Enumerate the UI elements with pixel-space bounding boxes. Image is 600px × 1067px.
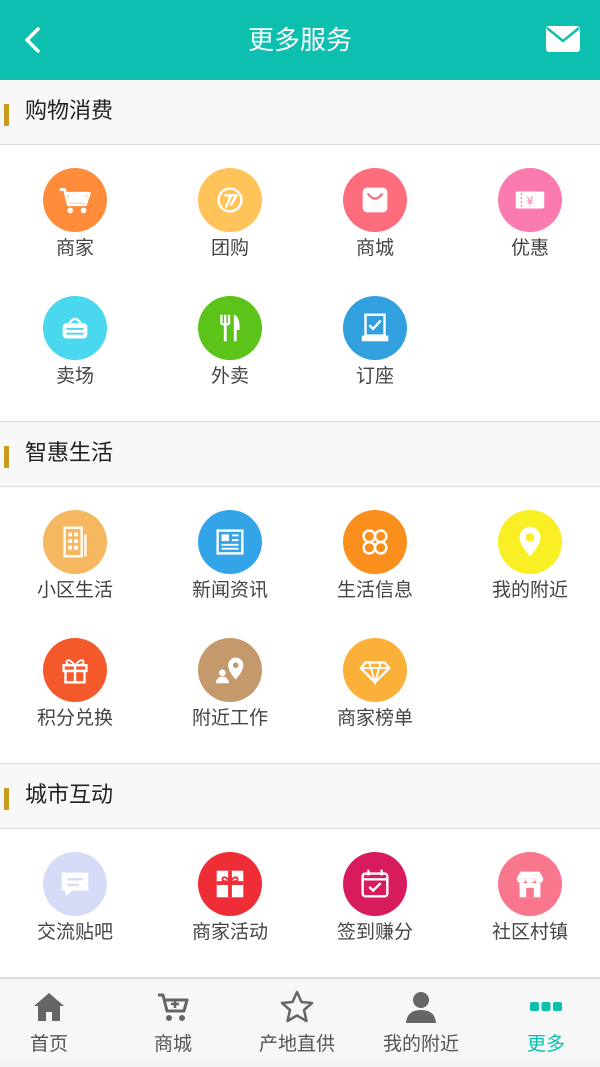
page-title: 更多服务 <box>247 26 352 56</box>
section-accent-bar <box>4 788 9 810</box>
section-title: 智惠生活 <box>25 441 114 466</box>
service-label: 外卖 <box>210 365 249 387</box>
service-label: 交流贴吧 <box>36 921 113 943</box>
section-accent-bar <box>4 446 9 468</box>
service-item-merchant[interactable]: 商家 <box>0 145 150 273</box>
bottom-safe-area <box>0 1060 600 1067</box>
service-item-community[interactable]: 小区生活 <box>0 487 150 615</box>
bottom-tab-bar: 首页 商城 产地直供 我的附近 更多 <box>0 978 600 1061</box>
tab-label: 首页 <box>29 1033 68 1055</box>
service-label: 生活信息 <box>336 579 413 601</box>
tab-mall[interactable]: 商城 <box>111 979 235 1061</box>
section-accent-bar <box>4 104 9 126</box>
person-icon <box>406 992 436 1023</box>
home-icon <box>34 993 64 1021</box>
service-item-mall[interactable]: 商城 <box>300 145 450 273</box>
tab-nearby[interactable]: 我的附近 <box>359 979 483 1061</box>
city-interaction-grid: 交流贴吧 商家活动 签到赚分 社区村镇 <box>0 829 600 978</box>
service-item-merchant-ranking[interactable]: 商家榜单 <box>300 615 450 743</box>
service-label: 商城 <box>355 237 394 259</box>
chat-bubble-icon <box>43 852 107 916</box>
service-item-points-exchange[interactable]: 积分兑换 <box>0 615 150 743</box>
smart-life-grid: 小区生活 新闻资讯 生活信息 我的附近 积分兑换 附近工作 商家榜单 <box>0 487 600 764</box>
star-icon <box>280 990 314 1023</box>
tab-home[interactable]: 首页 <box>0 979 111 1061</box>
service-item-forum[interactable]: 交流贴吧 <box>0 829 150 957</box>
storefront-icon <box>498 852 562 916</box>
person-pin-icon <box>198 638 262 702</box>
service-item-discount[interactable]: ¥ 优惠 <box>455 145 600 273</box>
tab-label: 商城 <box>153 1033 192 1055</box>
section-title: 城市互动 <box>25 783 114 808</box>
service-label: 优惠 <box>510 237 549 259</box>
section-title: 购物消费 <box>25 99 114 124</box>
service-item-nearby-jobs[interactable]: 附近工作 <box>155 615 305 743</box>
reservation-icon <box>343 296 407 360</box>
tab-direct-supply[interactable]: 产地直供 <box>235 979 359 1061</box>
service-item-checkin[interactable]: 签到赚分 <box>300 829 450 957</box>
building-icon <box>43 510 107 574</box>
shopping-cart-icon <box>43 168 107 232</box>
tab-label: 我的附近 <box>382 1033 459 1055</box>
service-label: 商家活动 <box>191 921 268 943</box>
service-item-life-info[interactable]: 生活信息 <box>300 487 450 615</box>
service-item-nearby[interactable]: 我的附近 <box>455 487 600 615</box>
fork-knife-icon <box>198 296 262 360</box>
service-label: 积分兑换 <box>36 707 113 729</box>
service-item-reservation[interactable]: 订座 <box>300 273 450 401</box>
basket-icon <box>43 296 107 360</box>
service-label: 签到赚分 <box>336 921 413 943</box>
service-label: 小区生活 <box>36 579 113 601</box>
section-header-smart-life: 智惠生活 <box>0 422 600 487</box>
coupon-icon: ¥ <box>498 168 562 232</box>
diamond-icon <box>343 638 407 702</box>
more-dots-icon <box>530 1002 562 1011</box>
service-label: 社区村镇 <box>491 921 568 943</box>
service-label: 团购 <box>210 237 249 259</box>
tab-more[interactable]: 更多 <box>484 979 600 1061</box>
gift-icon <box>43 638 107 702</box>
service-item-news[interactable]: 新闻资讯 <box>155 487 305 615</box>
newspaper-icon <box>198 510 262 574</box>
section-header-shopping: 购物消费 <box>0 80 600 145</box>
service-item-market[interactable]: 卖场 <box>0 273 150 401</box>
service-label: 商家榜单 <box>336 707 413 729</box>
service-label: 我的附近 <box>491 579 568 601</box>
service-item-merchant-events[interactable]: 商家活动 <box>155 829 305 957</box>
cart-plus-icon <box>158 993 189 1021</box>
service-label: 订座 <box>355 365 394 387</box>
calendar-check-icon <box>343 852 407 916</box>
service-label: 商家 <box>55 237 94 259</box>
tab-label: 更多 <box>526 1033 565 1055</box>
service-label: 附近工作 <box>191 707 268 729</box>
service-label: 新闻资讯 <box>191 579 268 601</box>
clover-icon <box>343 510 407 574</box>
svg-text:¥: ¥ <box>526 194 533 208</box>
group-buy-icon <box>198 168 262 232</box>
service-label: 卖场 <box>55 365 94 387</box>
section-header-city-interaction: 城市互动 <box>0 764 600 829</box>
service-item-takeout[interactable]: 外卖 <box>155 273 305 401</box>
tab-label: 产地直供 <box>258 1033 335 1055</box>
service-item-community-towns[interactable]: 社区村镇 <box>455 829 600 957</box>
location-pin-icon <box>498 510 562 574</box>
shopping-grid: 商家 团购 商城 ¥ 优惠 卖场 外卖 订座 <box>0 145 600 422</box>
gift-box-icon <box>198 852 262 916</box>
service-item-group-buy[interactable]: 团购 <box>155 145 305 273</box>
shopping-bag-icon <box>343 168 407 232</box>
mail-icon[interactable] <box>546 26 580 52</box>
top-nav-bar: 更多服务 <box>0 0 600 80</box>
